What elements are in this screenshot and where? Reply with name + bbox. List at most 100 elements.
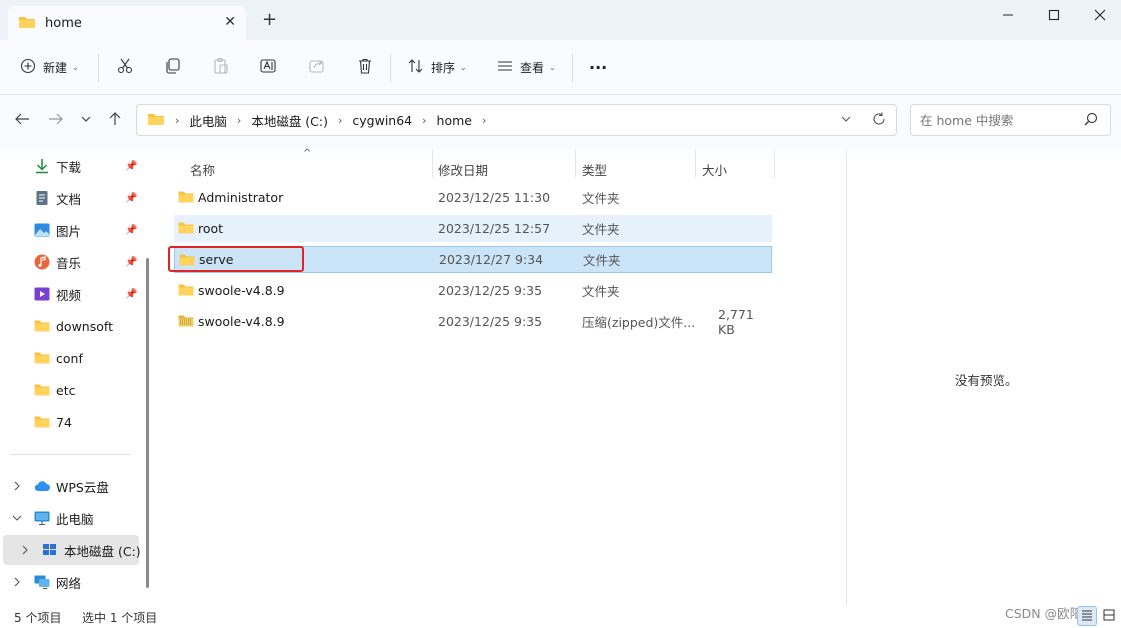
toolbar-divider bbox=[390, 54, 391, 82]
share-button[interactable] bbox=[308, 54, 326, 80]
chevron-right-icon[interactable] bbox=[20, 545, 30, 558]
sidebar-item-wps-cloud[interactable]: WPS云盘 bbox=[34, 472, 109, 500]
tab-home[interactable]: home ✕ bbox=[8, 6, 246, 40]
forward-button[interactable] bbox=[48, 112, 64, 130]
sidebar-scrollbar[interactable] bbox=[146, 258, 149, 588]
sidebar-item-local-disk[interactable]: 本地磁盘 (C:) bbox=[42, 536, 141, 564]
folder-icon bbox=[178, 221, 194, 238]
sort-button[interactable]: 排序 ⌄ bbox=[407, 54, 467, 80]
back-button[interactable] bbox=[14, 112, 30, 130]
folder-icon bbox=[34, 350, 50, 366]
pin-icon[interactable]: 📌 bbox=[125, 257, 137, 268]
new-tab-button[interactable]: + bbox=[262, 11, 277, 29]
column-divider[interactable] bbox=[432, 150, 433, 178]
table-row[interactable]: Administrator 2023/12/25 11:30 文件夹 bbox=[174, 184, 772, 211]
table-row[interactable]: swoole-v4.8.9 2023/12/25 9:35 压缩(zipped)… bbox=[174, 306, 772, 337]
recent-locations-button[interactable] bbox=[80, 112, 92, 130]
sidebar-item-downsoft[interactable]: downsoft bbox=[34, 312, 113, 340]
tiles-view-button[interactable] bbox=[1099, 606, 1119, 626]
copy-button[interactable] bbox=[164, 54, 182, 80]
sidebar-item-label: 网络 bbox=[56, 575, 82, 591]
navigation-pane: 下载 📌 文档 📌 图片 📌 音乐 📌 视频 📌 downsoft conf e… bbox=[0, 150, 146, 605]
folder-icon bbox=[178, 190, 194, 207]
sidebar-item-label: etc bbox=[56, 382, 76, 398]
more-options-button[interactable]: ··· bbox=[589, 54, 607, 80]
search-icon[interactable] bbox=[1084, 112, 1098, 129]
breadcrumb-local-disk[interactable]: 本地磁盘 (C:) bbox=[251, 111, 328, 130]
delete-button[interactable] bbox=[356, 54, 374, 80]
sidebar-item-this-pc[interactable]: 此电脑 bbox=[34, 504, 94, 532]
chevron-right-icon[interactable]: › bbox=[422, 114, 426, 127]
sidebar-item-label: WPS云盘 bbox=[56, 479, 109, 495]
file-date: 2023/12/25 12:57 bbox=[438, 221, 551, 236]
sidebar-item-conf[interactable]: conf bbox=[34, 344, 83, 372]
command-bar: 新建 ⌄ 排序 ⌄ 查看 ⌄ ··· bbox=[0, 40, 1121, 95]
highlight-annotation-box bbox=[168, 246, 304, 272]
delete-icon bbox=[356, 57, 374, 78]
sidebar-item-downloads[interactable]: 下载 bbox=[34, 152, 81, 180]
chevron-right-icon[interactable] bbox=[12, 577, 22, 590]
breadcrumb-home[interactable]: home bbox=[437, 113, 472, 128]
status-bar: 5 个项目 选中 1 个项目 bbox=[0, 605, 1121, 628]
cut-button[interactable] bbox=[116, 54, 134, 80]
column-header-name[interactable]: 名称 bbox=[190, 156, 215, 182]
pin-icon[interactable]: 📌 bbox=[125, 161, 137, 172]
maximize-button[interactable] bbox=[1031, 0, 1077, 30]
up-button[interactable] bbox=[108, 112, 122, 130]
chevron-down-icon[interactable] bbox=[12, 513, 22, 526]
close-window-button[interactable] bbox=[1077, 0, 1121, 30]
file-list: ^ 名称 修改日期 类型 大小 Administrator 2023/12/25… bbox=[160, 148, 846, 605]
file-size: 2,771 KB bbox=[718, 306, 754, 337]
close-tab-icon[interactable]: ✕ bbox=[224, 14, 236, 30]
view-button[interactable]: 查看 ⌄ bbox=[496, 54, 556, 80]
preview-message: 没有预览。 bbox=[955, 373, 1018, 388]
chevron-right-icon[interactable] bbox=[12, 481, 22, 494]
computer-icon bbox=[34, 510, 50, 526]
share-icon bbox=[308, 57, 326, 78]
rename-button[interactable] bbox=[259, 54, 277, 80]
breadcrumb-this-pc[interactable]: 此电脑 bbox=[189, 111, 227, 130]
sidebar-item-label: 视频 bbox=[56, 287, 82, 303]
sidebar-item-label: 此电脑 bbox=[56, 511, 94, 527]
column-header-type[interactable]: 类型 bbox=[582, 156, 607, 182]
column-header-size[interactable]: 大小 bbox=[702, 156, 727, 182]
sidebar-item-label: 图片 bbox=[56, 223, 82, 239]
item-count: 5 个项目 bbox=[14, 611, 62, 625]
breadcrumb-cygwin64[interactable]: cygwin64 bbox=[352, 113, 412, 128]
column-divider[interactable] bbox=[575, 150, 576, 178]
refresh-icon[interactable] bbox=[872, 112, 886, 129]
chevron-right-icon[interactable]: › bbox=[482, 114, 486, 127]
sidebar-item-network[interactable]: 网络 bbox=[34, 568, 81, 596]
paste-button[interactable] bbox=[212, 54, 230, 80]
minimize-button[interactable] bbox=[985, 0, 1031, 30]
folder-icon bbox=[34, 414, 50, 430]
sidebar-item-etc[interactable]: etc bbox=[34, 376, 75, 404]
pin-icon[interactable]: 📌 bbox=[125, 289, 137, 300]
chevron-right-icon[interactable]: › bbox=[338, 114, 342, 127]
search-input[interactable] bbox=[920, 112, 1080, 128]
sidebar-item-videos[interactable]: 视频 bbox=[34, 280, 81, 308]
network-icon bbox=[34, 574, 50, 590]
sidebar-item-pictures[interactable]: 图片 bbox=[34, 216, 81, 244]
title-bar: home ✕ + bbox=[0, 0, 1121, 40]
details-view-button[interactable] bbox=[1077, 606, 1097, 626]
table-row[interactable]: root 2023/12/25 12:57 文件夹 bbox=[174, 215, 772, 242]
sidebar-item-documents[interactable]: 文档 bbox=[34, 184, 81, 212]
chevron-right-icon[interactable]: › bbox=[237, 114, 241, 127]
search-box[interactable] bbox=[910, 104, 1111, 136]
table-row[interactable]: swoole-v4.8.9 2023/12/25 9:35 文件夹 bbox=[174, 277, 772, 304]
pin-icon[interactable]: 📌 bbox=[125, 193, 137, 204]
sidebar-item-74[interactable]: 74 bbox=[34, 408, 72, 436]
paste-icon bbox=[212, 57, 230, 78]
new-button[interactable]: 新建 ⌄ bbox=[20, 54, 79, 80]
address-bar[interactable]: › 此电脑 › 本地磁盘 (C:) › cygwin64 › home › bbox=[136, 104, 897, 136]
file-type: 文件夹 bbox=[582, 191, 620, 206]
pin-icon[interactable]: 📌 bbox=[125, 225, 137, 236]
sidebar-item-music[interactable]: 音乐 bbox=[34, 248, 81, 276]
column-divider[interactable] bbox=[774, 150, 775, 178]
column-divider[interactable] bbox=[695, 150, 696, 178]
column-header-date[interactable]: 修改日期 bbox=[438, 156, 488, 182]
address-row: › 此电脑 › 本地磁盘 (C:) › cygwin64 › home › bbox=[0, 95, 1121, 150]
address-dropdown-icon[interactable] bbox=[840, 113, 852, 128]
rename-icon bbox=[259, 57, 277, 78]
